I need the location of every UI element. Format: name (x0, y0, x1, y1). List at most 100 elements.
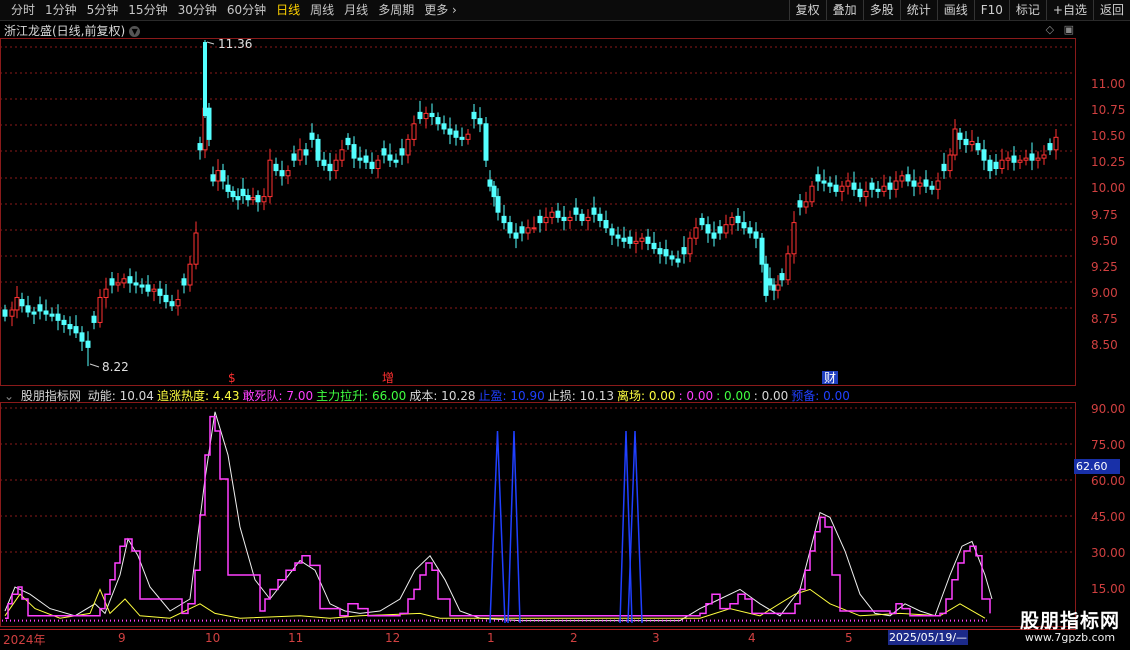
candle-body (639, 237, 645, 242)
diamond-icon[interactable]: ◇ (1046, 23, 1054, 36)
candle (651, 231, 657, 254)
tool-button-2[interactable]: 多股 (862, 0, 900, 20)
candle (375, 155, 381, 179)
stock-title[interactable]: 浙江龙盛(日线,前复权) ▼ (4, 22, 141, 39)
tab-period-0[interactable]: 分时 (6, 1, 40, 19)
candle (899, 170, 905, 188)
candle-body (669, 255, 675, 260)
candle (97, 289, 103, 328)
candle (519, 221, 525, 242)
candle (579, 209, 585, 226)
candle (911, 169, 917, 197)
candle (809, 181, 815, 207)
candle (220, 163, 226, 190)
candle (1005, 151, 1011, 171)
low-pointer (89, 363, 100, 368)
tab-period-5[interactable]: 60分钟 (222, 1, 271, 19)
date-tick-9: 5 (845, 631, 853, 645)
candle (321, 151, 327, 171)
tool-button-0[interactable]: 复权 (788, 0, 826, 20)
candle-body (1053, 136, 1059, 151)
candle (543, 207, 549, 231)
current-value-badge: 62.60 (1074, 459, 1120, 474)
indicator-tick-4: 30.00 (1091, 546, 1126, 560)
candle (103, 277, 109, 308)
candle-body (993, 161, 999, 170)
candle-body (19, 299, 25, 307)
tab-period-1[interactable]: 1分钟 (40, 1, 82, 19)
candle-body (887, 182, 893, 190)
candle-body (67, 324, 73, 330)
event-mark-0: $ (228, 371, 236, 385)
candle (43, 299, 49, 321)
candle (393, 153, 399, 168)
candle-body (941, 163, 947, 172)
tab-period-6[interactable]: 日线 (271, 1, 305, 19)
price-tick-5: 9.75 (1091, 208, 1118, 222)
indicator-name[interactable]: 股朋指标网 (21, 389, 81, 403)
candle (687, 231, 693, 263)
tab-period-10[interactable]: 更多 › (419, 1, 462, 19)
candle-body (561, 216, 567, 222)
candle (821, 169, 827, 192)
candle-body (97, 296, 103, 323)
price-axis: 11.00 10.75 10.50 10.25 10.00 9.75 9.50 9.25 9.0… (1077, 38, 1130, 628)
candle (857, 182, 863, 202)
candle-body (9, 309, 15, 317)
tab-period-8[interactable]: 月线 (339, 1, 373, 19)
candle-body (225, 184, 231, 192)
candle-body (657, 248, 663, 255)
tool-button-8[interactable]: 返回 (1092, 0, 1130, 20)
candle-body (767, 278, 773, 286)
candlestick-chart[interactable]: 11.36 8.22 $ 增 财 (0, 38, 1076, 386)
candle-body (875, 188, 881, 192)
price-tick-6: 9.50 (1091, 234, 1118, 248)
candle-body (285, 170, 291, 177)
candle (875, 181, 881, 199)
candle (351, 136, 357, 168)
candle (941, 152, 947, 179)
tab-period-7[interactable]: 周线 (305, 1, 339, 19)
candle-body (363, 155, 369, 163)
watermark: 股朋指标网 www.7gpzb.com (1010, 606, 1130, 644)
candle-body (717, 226, 723, 234)
tab-period-2[interactable]: 5分钟 (82, 1, 124, 19)
toolbar: 分时 1分钟 5分钟 15分钟 30分钟 60分钟 日线 周线 月线 多周期 更多 › 复权 叠加 多股… (0, 0, 1130, 21)
candle (315, 134, 321, 167)
tab-period-3[interactable]: 15分钟 (123, 1, 172, 19)
candle (369, 152, 375, 174)
tab-period-4[interactable]: 30分钟 (173, 1, 222, 19)
tool-button-3[interactable]: 统计 (899, 0, 937, 20)
candle (225, 175, 231, 199)
candle (767, 267, 773, 291)
candle-body (893, 180, 899, 190)
candle-body (857, 188, 863, 198)
candle-body (1017, 159, 1023, 163)
indicator-chart[interactable] (0, 402, 1076, 627)
candle (815, 166, 821, 191)
tool-button-1[interactable]: 叠加 (825, 0, 863, 20)
legend-item-4: 成本: 10.28 (409, 389, 476, 403)
candle (250, 187, 256, 205)
period-tabs: 分时 1分钟 5分钟 15分钟 30分钟 60分钟 日线 周线 月线 多周期 更多 › (6, 1, 462, 19)
candle (923, 170, 929, 193)
tool-button-5[interactable]: F10 (973, 0, 1009, 20)
tab-period-9[interactable]: 多周期 (373, 1, 419, 19)
candle-body (771, 284, 777, 291)
tool-button-4[interactable]: 画线 (936, 0, 974, 20)
legend-item-3: 主力拉升: 66.00 (316, 389, 407, 403)
tool-button-7[interactable]: +自选 (1045, 0, 1093, 20)
candle (31, 306, 37, 324)
candle (303, 143, 309, 165)
chevron-down-icon[interactable]: ⌄ (4, 389, 14, 403)
candle-body (279, 170, 285, 177)
stock-title-text: 浙江龙盛(日线,前复权) (4, 24, 126, 38)
candle-body (441, 123, 447, 130)
window-icon[interactable]: ▣ (1064, 23, 1074, 36)
candle (145, 275, 151, 297)
candle (759, 233, 765, 273)
candle (603, 210, 609, 233)
chevron-down-icon[interactable]: ▼ (129, 26, 141, 37)
tool-button-6[interactable]: 标记 (1008, 0, 1046, 20)
candle-body (785, 253, 791, 281)
